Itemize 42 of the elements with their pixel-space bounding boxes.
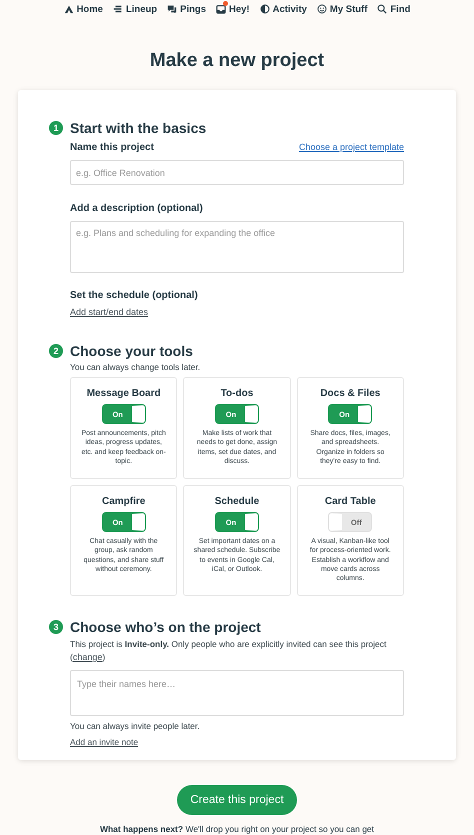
tool-name: Card Table <box>324 495 376 508</box>
description-field[interactable]: e.g. Plans and scheduling for expanding the office <box>70 221 404 273</box>
field-label: Add a description (optional) <box>70 202 204 215</box>
search-icon <box>377 4 388 14</box>
tool-name: Docs & Files <box>320 387 380 400</box>
access-text: This project is Invite-only. Only people who are explicitly invited can see this project (change) <box>70 638 388 664</box>
nav-link[interactable]: Pings <box>167 4 206 14</box>
lines-icon <box>112 4 123 14</box>
project-name-field[interactable]: e.g. Office Renovation <box>70 160 404 185</box>
next-steps-text: What happens next? We'll drop you right on your project so you can get <box>98 824 376 834</box>
nav-link[interactable]: Hey! <box>216 4 250 14</box>
change-link[interactable]: change <box>72 652 102 662</box>
section-heading: Choose your tools <box>70 342 193 360</box>
section-heading: Start with the basics <box>70 119 206 137</box>
field-label: Set the schedule (optional) <box>70 289 199 302</box>
step-number: 3 <box>49 620 63 634</box>
nav-link[interactable]: Home <box>64 4 103 14</box>
tool-name: Schedule <box>214 495 260 508</box>
page-title: Make a new project <box>148 50 326 72</box>
step-number: 1 <box>49 121 63 135</box>
create-project-button[interactable]: Create this project <box>177 785 297 815</box>
tool-name: To-dos <box>220 387 254 400</box>
nav-link[interactable]: Activity <box>260 4 307 14</box>
nav-link[interactable]: Find <box>377 4 410 14</box>
step-number: 2 <box>49 344 63 358</box>
mountain-icon <box>64 4 74 14</box>
section-heading: Choose who’s on the project <box>70 618 261 636</box>
nav-link[interactable]: My Stuff <box>316 4 368 14</box>
tool-name: Campfire <box>102 495 146 508</box>
people-field[interactable]: Type their names here… <box>70 670 404 716</box>
template-link[interactable]: Choose a project template <box>298 142 404 152</box>
invite-note-link[interactable]: Add an invite note <box>70 737 138 747</box>
nav-link[interactable]: Lineup <box>112 4 158 14</box>
smiley-icon <box>316 4 327 14</box>
chat-bubbles-icon <box>167 4 178 14</box>
inbox-icon <box>216 4 226 14</box>
invite-hint: You can always invite people later. <box>70 721 201 731</box>
section-subtitle: You can always change tools later. <box>70 362 202 372</box>
dates-link[interactable]: Add start/end dates <box>70 307 148 317</box>
half-circle-icon <box>260 4 270 14</box>
field-label: Name this project <box>70 141 154 154</box>
tool-name: Message Board <box>86 387 161 400</box>
